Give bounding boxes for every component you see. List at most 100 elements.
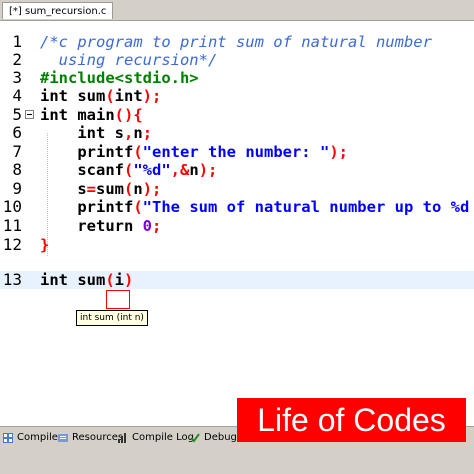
code-token: s [114,124,124,142]
code-line[interactable]: 9 s=sum(n); [0,179,474,199]
brand-banner: Life of Codes [237,398,466,442]
file-tab[interactable]: [*] sum_recursion.c [2,2,114,19]
code-token: ( [133,198,143,216]
code-line[interactable]: 8 scanf("%d",&n); [0,160,474,180]
code-line[interactable]: 5 int main(){ [0,105,474,125]
code-token: printf [40,143,134,161]
brace-highlight [106,290,130,309]
code-token: n [133,180,143,198]
code-token: /*c program to print sum of natural numb… [40,33,432,51]
line-number: 11 [2,216,22,235]
line-number: 7 [12,142,22,161]
code-text: int s,n; [40,124,152,142]
code-token: int [40,124,115,142]
bottom-tab-debug[interactable]: Debug [190,430,237,446]
bottom-tab-label: Compile Log [132,432,194,443]
code-token: using recursion*/ [40,51,218,69]
code-editor[interactable]: 1 /*c program to print sum of natural num… [0,21,474,425]
file-tab-bar: [*] sum_recursion.c [0,0,474,21]
code-token: ( [133,143,143,161]
code-token: n [189,161,199,179]
code-token: ,& [170,161,190,179]
code-line[interactable]: 2 using recursion*/ [0,50,474,70]
code-token: , [124,124,134,142]
code-token: int [40,271,78,289]
code-token: scanf [40,161,124,179]
line-number: 6 [12,123,22,142]
line-number: 5 [12,105,22,124]
code-token: } [40,236,50,254]
code-text: /*c program to print sum of natural numb… [40,33,432,51]
code-text: scanf("%d",&n); [40,161,217,179]
line-number: 1 [12,32,22,51]
line-number: 9 [12,179,22,198]
code-text: #include<stdio.h> [40,69,199,87]
code-token: int [40,87,78,105]
code-token: "The sum of natural number up to %d is [142,198,474,216]
line-number: 4 [12,86,22,105]
code-token: ( [105,87,115,105]
code-text: int sum(i) [40,271,133,289]
check-icon [190,433,200,443]
grid-icon [3,433,13,443]
code-token: ); [142,180,162,198]
code-line[interactable]: 6 int s,n; [0,123,474,143]
code-token: ( [124,161,134,179]
chart-icon [118,433,128,443]
code-token: ); [142,87,162,105]
code-token: n [133,124,143,142]
code-line[interactable]: 11 return 0; [0,216,474,236]
code-token: ( [124,180,134,198]
code-token: ( [105,271,115,289]
code-token: ); [329,143,348,161]
line-number: 13 [2,270,22,289]
code-token: printf [40,198,134,216]
code-token: i [114,271,125,289]
code-line[interactable]: 4 int sum(int); [0,86,474,106]
bottom-tab-compiler[interactable]: Compiler [3,430,62,446]
code-token: int [40,106,78,124]
code-text: int main(){ [40,106,143,124]
code-token: = [86,180,97,198]
code-line[interactable]: 13 int sum(i) [0,271,474,289]
code-token: sum [77,87,106,105]
code-line[interactable]: 10 printf("The sum of natural number up … [0,197,474,217]
code-text: int sum(int); [40,87,161,105]
status-area [0,448,474,474]
bottom-tab-label: Resources [72,432,124,443]
resources-icon [58,433,68,443]
code-token: sum [96,180,125,198]
code-line[interactable]: 3 #include<stdio.h> [0,68,474,88]
code-text: } [40,236,49,254]
code-token: "enter the number: " [142,143,330,161]
bottom-tab-compile-log[interactable]: Compile Log [118,430,194,446]
line-number: 12 [2,235,22,254]
line-number: 2 [12,50,22,69]
fold-toggle-icon[interactable] [25,110,34,119]
bottom-tab-label: Compiler [17,432,63,443]
code-line[interactable]: 1 /*c program to print sum of natural num… [0,32,474,52]
line-number: 3 [12,68,22,87]
code-token: ; [152,217,162,235]
signature-tooltip: int sum (int n) [76,310,148,326]
line-number: 10 [2,197,22,216]
code-token: (){ [114,106,143,124]
code-token: return [40,217,143,235]
code-text: printf("The sum of natural number up to … [40,198,474,216]
code-token: "%d" [133,161,171,179]
code-token: 0 [142,217,152,235]
code-line[interactable]: 7 printf("enter the number: "); [0,142,474,162]
bottom-tab-label: Debug [204,432,237,443]
line-number: 8 [12,160,22,179]
code-token: sum [77,271,106,289]
bottom-tab-resources[interactable]: Resources [58,430,123,446]
code-text: printf("enter the number: "); [40,143,348,161]
code-token: main [77,106,115,124]
code-token: s [40,180,87,198]
code-token: ; [142,124,153,142]
code-token: int [114,87,143,105]
code-line[interactable]: 12} [0,235,474,255]
code-text: return 0; [40,217,161,235]
code-text: using recursion*/ [40,51,218,69]
code-text: s=sum(n); [40,180,161,198]
